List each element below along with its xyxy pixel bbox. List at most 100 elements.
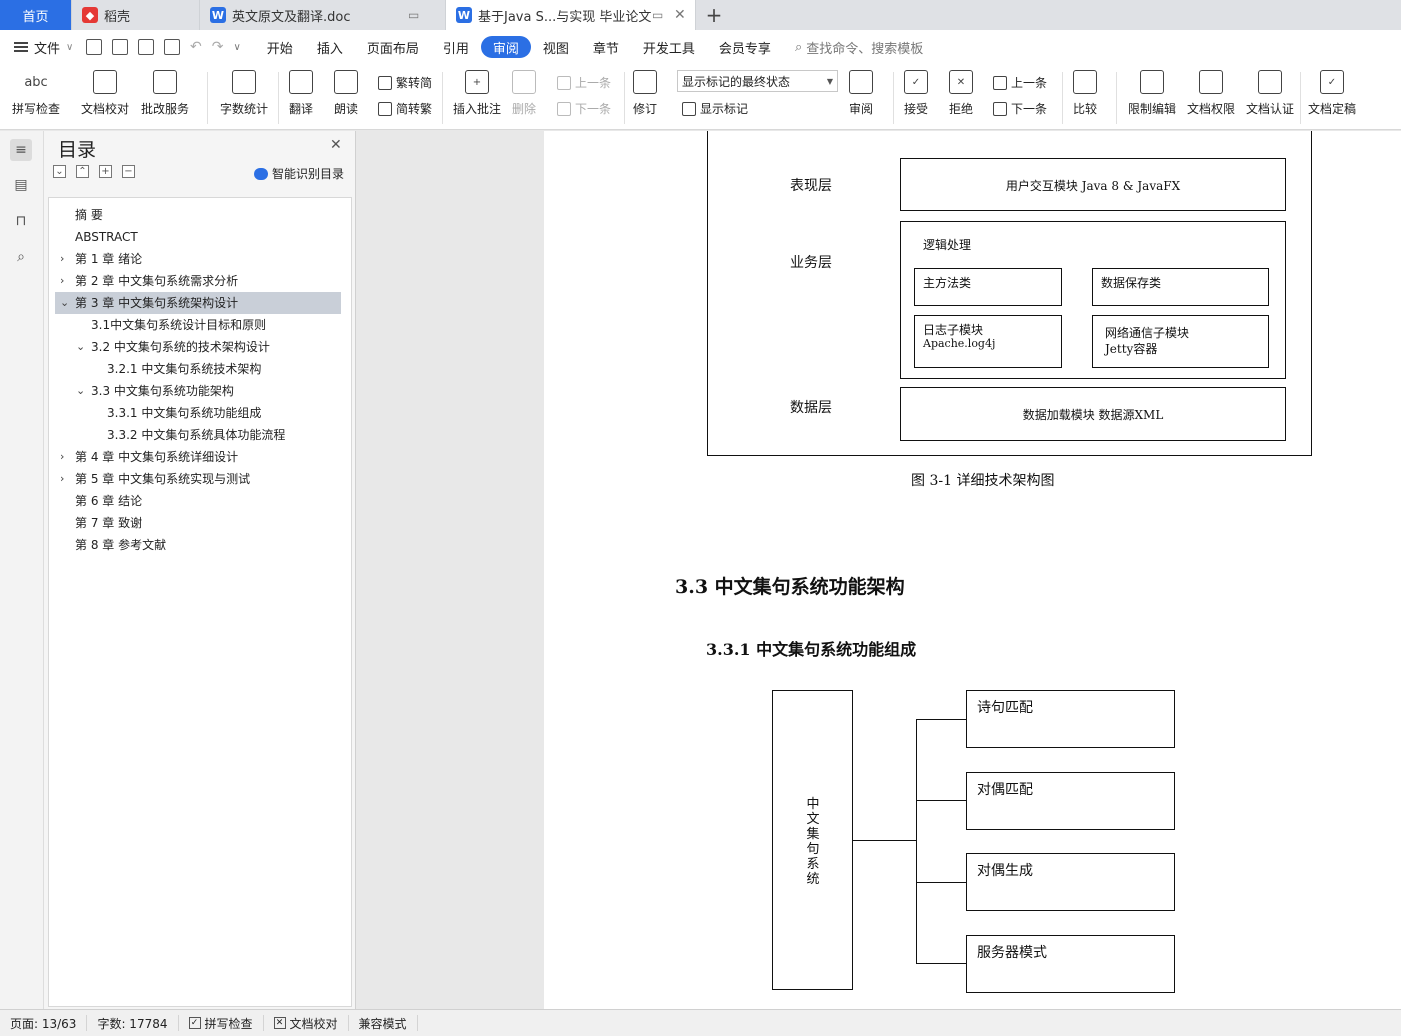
spell-check-button[interactable]: abc 拼写检查 (12, 70, 60, 117)
toc-item[interactable]: 3.1中文集句系统设计目标和原则 (55, 314, 341, 336)
search-icon[interactable]: ⌕ (10, 246, 32, 268)
menu-view[interactable]: 视图 (531, 36, 581, 58)
checkbox-icon: ✓ (188, 1017, 201, 1029)
prev-comment-button[interactable]: 上一条 (557, 74, 611, 91)
close-icon[interactable]: ✕ (674, 7, 686, 23)
toc-item[interactable]: › 第 2 章 中文集句系统需求分析 (55, 270, 341, 292)
print-icon[interactable] (138, 39, 154, 55)
tab-home[interactable]: 首页 (0, 0, 72, 30)
tab-label: 稻壳 (104, 9, 131, 25)
collapse-all-icon[interactable]: ⌄ (53, 165, 66, 178)
print-preview-icon[interactable] (164, 39, 180, 55)
read-aloud-button[interactable]: 朗读 (334, 70, 358, 117)
new-tab-button[interactable]: + (696, 0, 732, 30)
status-doc-proof[interactable]: ✕ 文档校对 (264, 1015, 349, 1031)
menu-references[interactable]: 引用 (431, 36, 481, 58)
chevron-down-icon[interactable]: ⌄ (76, 380, 85, 402)
doc-proof-button[interactable]: 文档校对 (81, 70, 129, 117)
presentation-box: 用户交互模块 Java 8 & JavaFX (900, 158, 1286, 211)
chevron-right-icon[interactable]: › (60, 468, 64, 490)
review-pane-icon (849, 70, 873, 94)
tab-english-doc[interactable]: W 英文原文及翻译.doc ▭ (200, 0, 446, 30)
undo-icon[interactable]: ↶ (190, 39, 202, 55)
toc-item-label: 第 6 章 结论 (75, 494, 143, 508)
save-icon[interactable] (86, 39, 102, 55)
finalize-icon: ✓ (1320, 70, 1344, 94)
tab-docer[interactable]: ◆ 稻壳 (72, 0, 200, 30)
export-pdf-icon[interactable] (112, 39, 128, 55)
next-comment-button[interactable]: 下一条 (557, 100, 611, 117)
toc-item[interactable]: › 第 5 章 中文集句系统实现与测试 (55, 468, 341, 490)
review-pane-button[interactable]: 审阅 (849, 70, 873, 117)
toc-item[interactable]: › 第 4 章 中文集句系统详细设计 (55, 446, 341, 468)
review-service-button[interactable]: 批改服务 (141, 70, 189, 117)
insert-comment-button[interactable]: + 插入批注 (453, 70, 501, 117)
chevron-right-icon[interactable]: › (60, 446, 64, 468)
chevron-right-icon[interactable]: › (60, 270, 64, 292)
toc-item[interactable]: ⌄ 3.2 中文集句系统的技术架构设计 (55, 336, 341, 358)
reject-button[interactable]: ✕ 拒绝 (949, 70, 973, 117)
command-search[interactable]: ⌕ 查找命令、搜索模板 (795, 38, 923, 57)
toc-item[interactable]: ⌄ 第 3 章 中文集句系统架构设计 (55, 292, 341, 314)
markup-state-select[interactable]: 显示标记的最终状态 ▼ (677, 70, 838, 92)
chevron-right-icon[interactable]: › (60, 248, 64, 270)
delete-comment-button[interactable]: 删除 (512, 70, 536, 117)
compare-button[interactable]: 比较 (1073, 70, 1097, 117)
document-area[interactable]: 表现层 用户交互模块 Java 8 & JavaFX 业务层 逻辑处理 主方法类… (356, 131, 1401, 1009)
toc-item[interactable]: 第 6 章 结论 (55, 490, 341, 512)
simp-to-trad-button[interactable]: 简转繁 (378, 100, 432, 117)
menu-review[interactable]: 审阅 (480, 36, 531, 58)
menu-page-layout[interactable]: 页面布局 (355, 36, 431, 58)
trad-to-simp-button[interactable]: 繁转简 (378, 74, 432, 91)
status-spell-check[interactable]: ✓ 拼写检查 (179, 1015, 264, 1031)
menu-dev-tools[interactable]: 开发工具 (631, 36, 707, 58)
next-change-button[interactable]: 下一条 (993, 100, 1047, 117)
toc-panel-icon[interactable]: ≡ (10, 139, 32, 161)
add-heading-icon[interactable]: + (99, 165, 112, 178)
toc-item[interactable]: 第 8 章 参考文献 (55, 534, 341, 556)
toc-item[interactable]: 摘 要 (55, 204, 341, 226)
smart-toc-button[interactable]: 智能识别目录 (254, 165, 344, 182)
toc-item[interactable]: ⌄ 3.3 中文集句系统功能架构 (55, 380, 341, 402)
bookmark-icon[interactable]: ⊓ (10, 210, 32, 232)
doc-proof-label: 文档校对 (81, 102, 130, 116)
prev-change-button[interactable]: 上一条 (993, 74, 1047, 91)
chevron-down-icon[interactable]: ⌄ (60, 292, 69, 314)
redo-icon[interactable]: ↷ (212, 39, 224, 55)
document-page[interactable]: 表现层 用户交互模块 Java 8 & JavaFX 业务层 逻辑处理 主方法类… (544, 131, 1401, 1009)
doc-cert-button[interactable]: 文档认证 (1246, 70, 1294, 117)
close-icon[interactable]: ✕ (330, 137, 342, 153)
chevron-down-icon[interactable]: ⌄ (76, 336, 85, 358)
toc-item[interactable]: 3.3.1 中文集句系统功能组成 (55, 402, 341, 424)
menu-insert[interactable]: 插入 (305, 36, 355, 58)
toc-item[interactable]: ABSTRACT (55, 226, 341, 248)
ribbon-divider (624, 72, 625, 124)
toc-title: 目录 (58, 139, 97, 161)
page-indicator[interactable]: 页面: 13/63 (0, 1015, 88, 1031)
tab-thesis-doc[interactable]: W 基于Java S...与实现 毕业论文 ▭ ✕ (446, 0, 696, 30)
chapter-nav-icon[interactable]: ▤ (10, 174, 32, 196)
track-changes-button[interactable]: 修订 (633, 70, 657, 117)
show-markup-button[interactable]: 显示标记 (682, 100, 748, 117)
translate-button[interactable]: 翻译 (289, 70, 313, 117)
word-count-indicator[interactable]: 字数: 17784 (87, 1015, 179, 1031)
doc-rights-button[interactable]: 文档权限 (1187, 70, 1235, 117)
monitor-icon[interactable]: ▭ (408, 8, 419, 22)
remove-heading-icon[interactable]: − (122, 165, 135, 178)
expand-up-icon[interactable]: ⌃ (76, 165, 89, 178)
accept-button[interactable]: ✓ 接受 (904, 70, 928, 117)
restrict-edit-button[interactable]: 限制编辑 (1128, 70, 1176, 117)
toc-item[interactable]: 3.3.2 中文集句系统具体功能流程 (55, 424, 341, 446)
toc-item[interactable]: 第 7 章 致谢 (55, 512, 341, 534)
menu-start[interactable]: 开始 (255, 36, 305, 58)
toc-item[interactable]: › 第 1 章 绪论 (55, 248, 341, 270)
word-count-button[interactable]: 字数统计 (220, 70, 268, 117)
menu-section[interactable]: 章节 (581, 36, 631, 58)
menu-member[interactable]: 会员专享 (707, 36, 783, 58)
toc-item[interactable]: 3.2.1 中文集句系统技术架构 (55, 358, 341, 380)
show-markup-icon (682, 101, 696, 116)
customize-icon[interactable]: ∨ (233, 42, 240, 53)
doc-final-button[interactable]: ✓ 文档定稿 (1308, 70, 1356, 117)
monitor-icon[interactable]: ▭ (652, 8, 663, 22)
file-menu[interactable]: 文件 ∨ (0, 38, 86, 57)
